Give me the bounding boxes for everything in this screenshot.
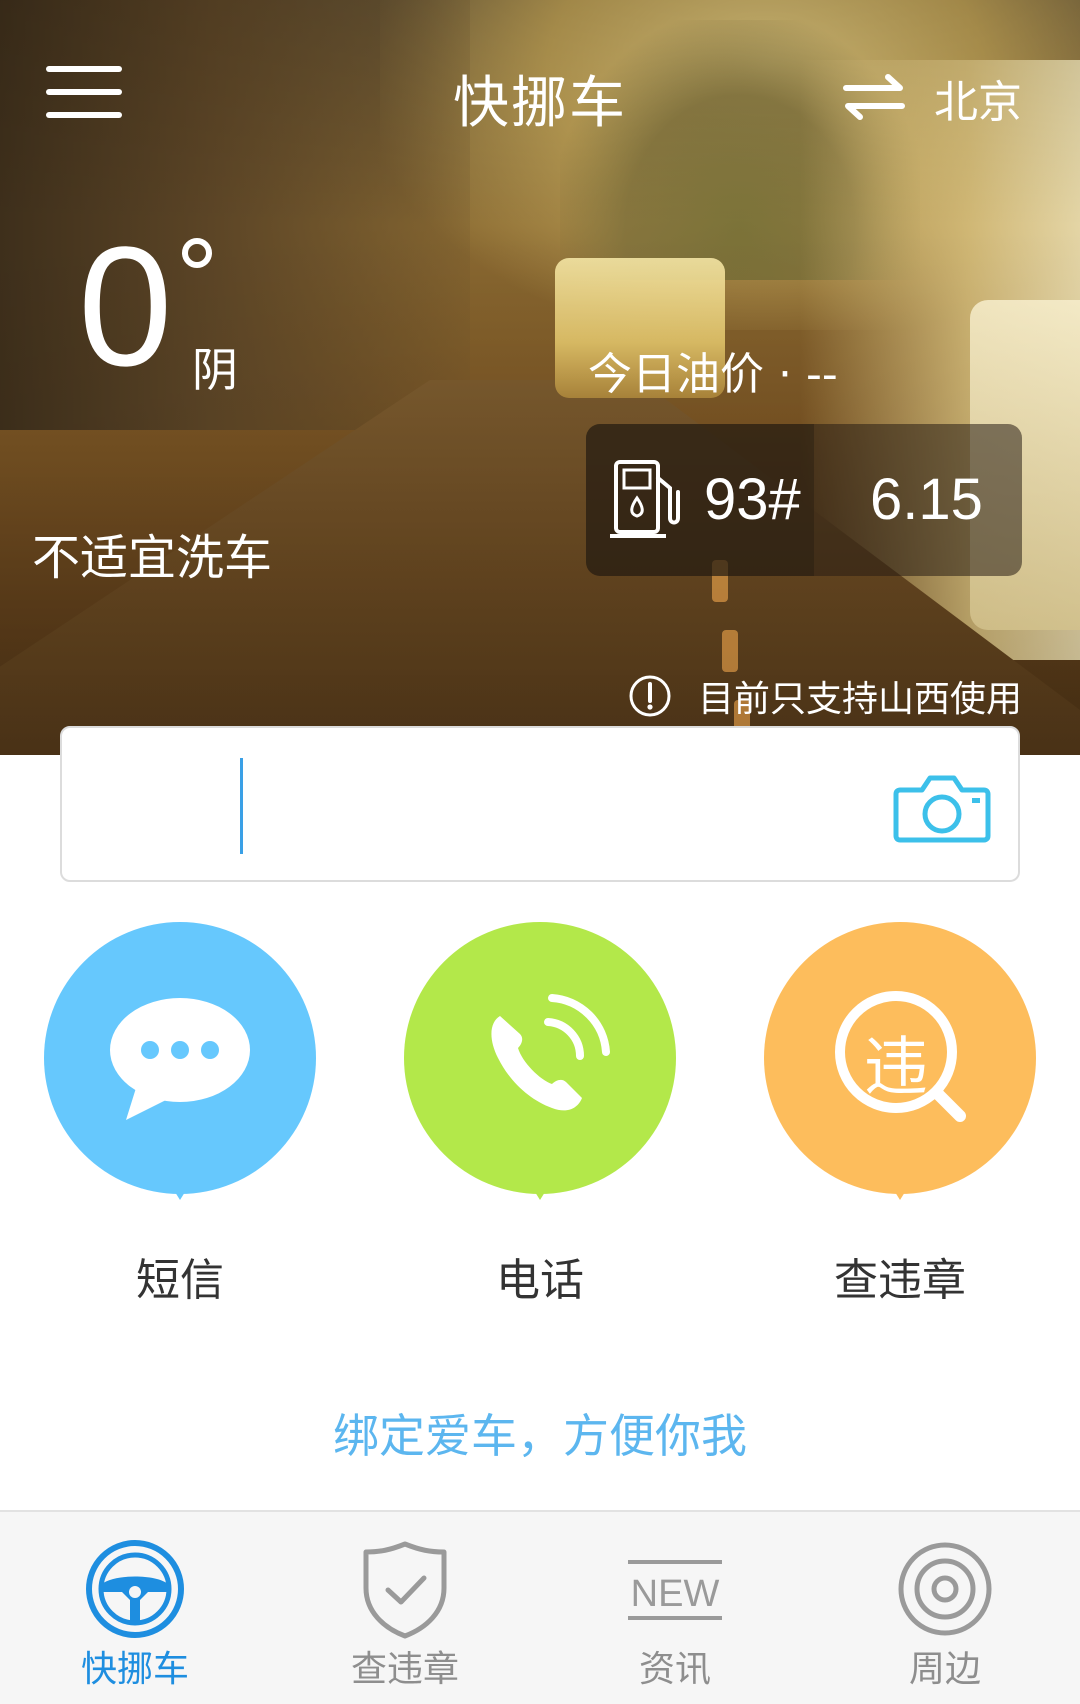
- oil-grade: 93#: [704, 467, 801, 532]
- target-icon: [898, 1542, 992, 1636]
- oil-price-card: 93# 6.15: [586, 424, 1022, 576]
- fuel-pump-icon: [610, 460, 680, 538]
- degree-icon: [182, 238, 212, 268]
- page-title: 快挪车: [453, 71, 627, 136]
- oil-price-title: 今日油价 · --: [588, 349, 838, 400]
- violation-glyph: 违: [864, 1031, 928, 1105]
- city-selector[interactable]: 北京: [934, 66, 1022, 130]
- tab-label: 资讯: [638, 1649, 711, 1690]
- new-icon: NEW: [628, 1560, 722, 1620]
- tab-violation[interactable]: 查违章: [270, 1512, 540, 1704]
- tab-news[interactable]: NEW 资讯: [540, 1512, 810, 1704]
- chat-bubble-icon: [110, 998, 250, 1120]
- car-wash-advice: 不适宜洗车: [32, 530, 273, 586]
- violation-label: 查违章: [834, 1255, 966, 1306]
- tab-label: 快挪车: [80, 1649, 189, 1690]
- tab-label: 周边: [908, 1649, 981, 1690]
- bind-car-link[interactable]: 绑定爱车，方便你我: [0, 1400, 1080, 1466]
- camera-icon[interactable]: [892, 772, 992, 846]
- plate-search-input[interactable]: [60, 726, 1020, 882]
- phone-icon: [491, 994, 610, 1111]
- info-icon: [629, 675, 671, 717]
- temperature: 0: [78, 212, 173, 402]
- new-badge: NEW: [631, 1573, 720, 1615]
- tab-label: 查违章: [350, 1649, 459, 1690]
- shield-check-icon: [363, 1541, 447, 1639]
- sms-label: 短信: [136, 1255, 224, 1306]
- weather-condition: 阴: [192, 343, 238, 397]
- tab-kuainuoche[interactable]: 快挪车: [0, 1512, 270, 1704]
- steering-wheel-icon: [86, 1540, 184, 1638]
- bottom-tab-bar: 快挪车 查违章 NEW 资讯 周边: [0, 1510, 1080, 1704]
- hero-banner: 快挪车 北京 0 阴 不适宜洗车 今日油价 · -- 93# 6.15 目前只支…: [0, 0, 1080, 755]
- oil-price-value: 6.15: [870, 467, 983, 532]
- swap-city-icon[interactable]: [842, 74, 906, 120]
- phone-label: 电话: [496, 1255, 584, 1306]
- tab-nearby[interactable]: 周边: [810, 1512, 1080, 1704]
- text-caret: [240, 758, 243, 854]
- region-notice: 目前只支持山西使用: [698, 679, 1023, 720]
